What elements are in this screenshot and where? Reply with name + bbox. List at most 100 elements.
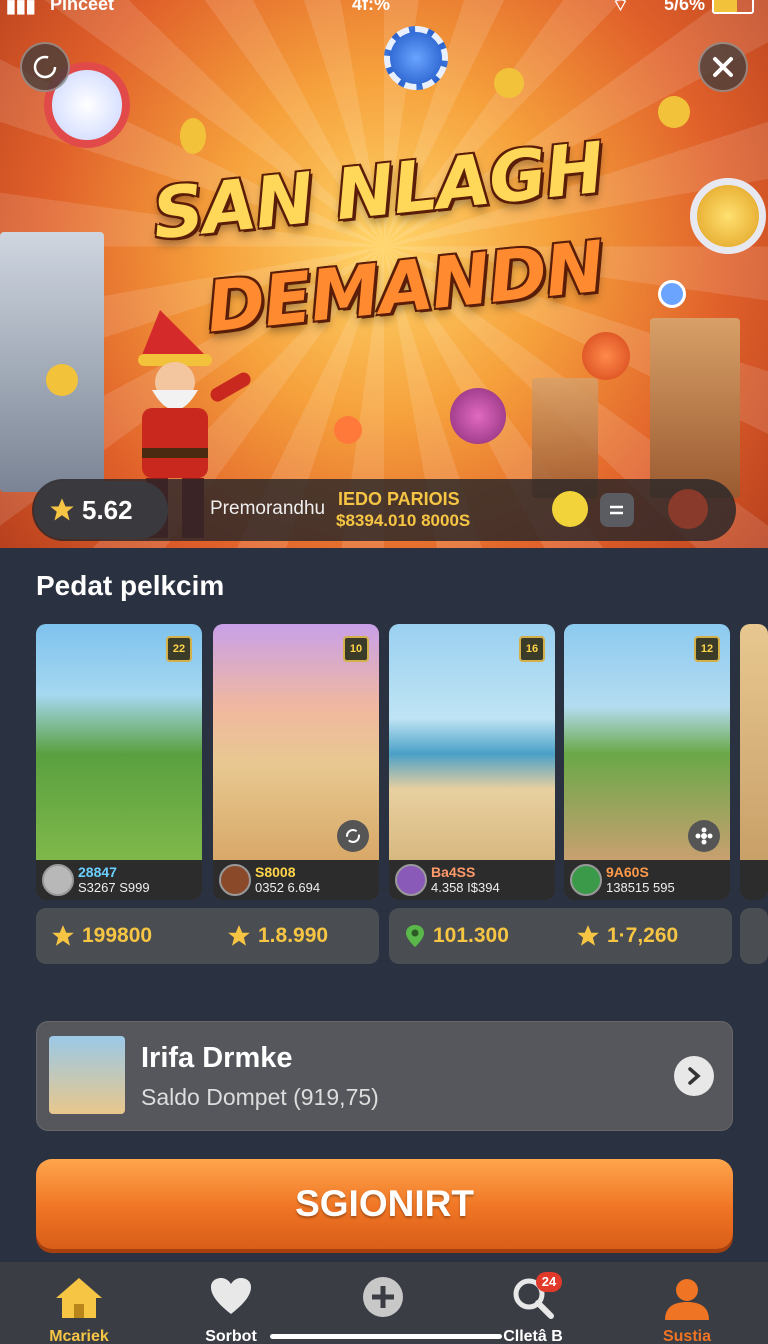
status-center: 4f:% bbox=[352, 0, 391, 14]
hero-chip bbox=[658, 280, 686, 308]
card-meta bbox=[740, 860, 768, 900]
flower-icon bbox=[695, 827, 713, 845]
battery-icon bbox=[712, 0, 754, 14]
hero-banner: SAN NLAGH DEMANDN ▮▮▮ Pinceet 4f:% ⌔ 5/6… bbox=[0, 0, 768, 548]
price-item[interactable]: 1·7,260 bbox=[575, 908, 678, 964]
game-card[interactable]: 16 Ba4SS 4.358 I$394 bbox=[389, 624, 555, 900]
flower-button[interactable] bbox=[688, 820, 720, 852]
nav-item-search[interactable]: 24 Clletâ B bbox=[468, 1262, 598, 1344]
rating-pill: 5.62 bbox=[34, 481, 168, 539]
card-meta: S8008 0352 6.694 bbox=[213, 860, 379, 900]
game-card[interactable]: 12 9A60S 138515 595 bbox=[564, 624, 730, 900]
hero-coin bbox=[658, 96, 690, 128]
location-pin-icon bbox=[406, 925, 424, 947]
avatar bbox=[42, 864, 74, 896]
card-line2: 4.358 I$394 bbox=[431, 880, 500, 895]
promo-bar[interactable]: 5.62 Premorandhu IEDO PARIOIS $8394.010 … bbox=[32, 479, 736, 541]
bottom-nav: Mcariek Sorbot 24 Clletâ B Sustia bbox=[0, 1262, 768, 1344]
card-meta: 9A60S 138515 595 bbox=[564, 860, 730, 900]
nav-item-add[interactable] bbox=[318, 1262, 448, 1344]
price-item[interactable]: 199800 bbox=[50, 908, 152, 964]
plus-icon bbox=[363, 1277, 403, 1317]
price-value: 1·7,260 bbox=[607, 924, 679, 947]
price-value: 1.8.990 bbox=[258, 924, 329, 947]
card-meta: Ba4SS 4.358 I$394 bbox=[389, 860, 555, 900]
wallet-name: Irifa Drmke bbox=[141, 1042, 293, 1074]
card-badge: 16 bbox=[519, 636, 545, 662]
nav-item-profile[interactable]: Sustia bbox=[622, 1262, 752, 1344]
refresh-button[interactable] bbox=[337, 820, 369, 852]
card-line1: S8008 bbox=[255, 864, 296, 880]
primary-cta-button[interactable]: SGIONIRT bbox=[36, 1159, 733, 1249]
price-item[interactable]: 1.8.990 bbox=[226, 908, 328, 964]
price-box: 101.300 1·7,260 bbox=[389, 908, 732, 964]
status-battery: 5/6% bbox=[664, 0, 706, 14]
promo-label: Premorandhu bbox=[210, 498, 326, 519]
status-carrier: Pinceet bbox=[50, 0, 115, 14]
price-value: 199800 bbox=[82, 924, 153, 947]
home-indicator bbox=[270, 1334, 502, 1339]
wifi-icon: ⌔ bbox=[612, 0, 629, 15]
hero-coin bbox=[494, 68, 524, 98]
home-icon bbox=[56, 1278, 102, 1318]
history-button[interactable] bbox=[20, 42, 70, 92]
close-icon bbox=[713, 57, 733, 77]
card-line1: 28847 bbox=[78, 864, 117, 880]
price-box: 199800 1.8.990 bbox=[36, 908, 379, 964]
chevron-right-icon bbox=[688, 1067, 701, 1085]
promo-title: IEDO PARIOIS bbox=[338, 489, 460, 509]
section-title: Pedat pelkcim bbox=[36, 570, 225, 601]
card-badge: 22 bbox=[166, 636, 192, 662]
price-box-partial bbox=[740, 908, 768, 964]
game-card-partial[interactable] bbox=[740, 624, 768, 900]
avatar bbox=[49, 1036, 125, 1114]
wallet-balance: Saldo Dompet (919,75) bbox=[141, 1084, 379, 1110]
nav-label: Mcariek bbox=[49, 1328, 109, 1344]
cat-avatar-icon[interactable] bbox=[552, 491, 588, 527]
card-line2: 138515 595 bbox=[606, 880, 675, 895]
nav-label: Sustia bbox=[662, 1328, 711, 1344]
hero-coin bbox=[46, 364, 78, 396]
star-icon bbox=[228, 925, 250, 946]
hero-coin bbox=[334, 416, 362, 444]
card-line1: Ba4SS bbox=[431, 864, 476, 880]
refresh-icon bbox=[346, 829, 360, 843]
game-card[interactable]: 22 28847 S3267 S999 bbox=[36, 624, 202, 900]
card-artwork bbox=[740, 624, 768, 860]
hero-building-right bbox=[650, 318, 740, 498]
status-bar: ▮▮▮ Pinceet 4f:% ⌔ 5/6% bbox=[0, 0, 768, 22]
heart-icon bbox=[211, 1278, 251, 1314]
card-line2: 0352 6.694 bbox=[255, 880, 321, 895]
swap-icon bbox=[610, 505, 623, 515]
card-badge: 12 bbox=[694, 636, 720, 662]
hero-chip bbox=[582, 332, 630, 380]
promo-amount: $8394.010 8000S bbox=[336, 511, 471, 530]
swap-button[interactable] bbox=[600, 493, 634, 527]
star-icon bbox=[52, 925, 74, 946]
wallet-open-button[interactable] bbox=[674, 1056, 714, 1096]
price-item[interactable]: 101.300 bbox=[403, 908, 509, 964]
nav-item-home[interactable]: Mcariek bbox=[14, 1262, 144, 1344]
card-badge: 10 bbox=[343, 636, 369, 662]
bull-avatar-icon[interactable] bbox=[668, 489, 708, 529]
wallet-card[interactable]: Irifa Drmke Saldo Dompet (919,75) bbox=[36, 1021, 733, 1131]
avatar bbox=[395, 864, 427, 896]
rating-value: 5.62 bbox=[82, 494, 133, 525]
avatar bbox=[570, 864, 602, 896]
price-value: 101.300 bbox=[433, 924, 509, 947]
nav-item-favorites[interactable]: Sorbot bbox=[166, 1262, 296, 1344]
hero-chip bbox=[450, 388, 506, 444]
card-meta: 28847 S3267 S999 bbox=[36, 860, 202, 900]
card-line2: S3267 S999 bbox=[78, 880, 150, 895]
hero-chip bbox=[690, 178, 766, 254]
hero-chip bbox=[384, 26, 448, 90]
game-card[interactable]: 10 S8008 0352 6.694 bbox=[213, 624, 379, 900]
star-icon bbox=[577, 925, 599, 946]
star-icon bbox=[50, 498, 74, 521]
notification-badge: 24 bbox=[536, 1272, 562, 1292]
hero-coin bbox=[180, 118, 206, 154]
hero-building-left bbox=[0, 232, 104, 492]
history-icon bbox=[33, 55, 57, 79]
profile-icon bbox=[665, 1279, 709, 1320]
close-button[interactable] bbox=[698, 42, 748, 92]
